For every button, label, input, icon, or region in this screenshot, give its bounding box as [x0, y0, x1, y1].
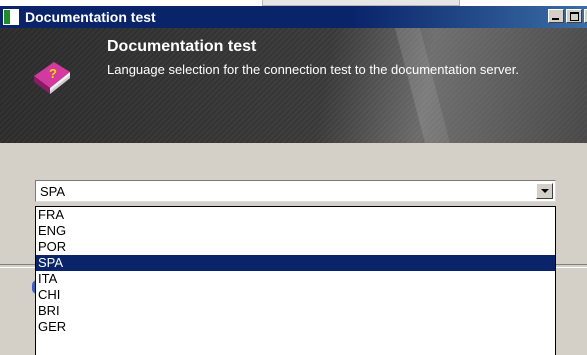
list-item-ger[interactable]: GER	[36, 319, 555, 335]
list-item-ita[interactable]: ITA	[36, 271, 555, 287]
list-item-bri[interactable]: BRI	[36, 303, 555, 319]
language-combobox[interactable]: SPA	[35, 180, 556, 202]
header-title: Documentation test	[107, 38, 257, 55]
header-stripes-decoration	[0, 28, 587, 143]
list-item-por[interactable]: POR	[36, 239, 555, 255]
header-description: Language selection for the connection te…	[107, 62, 519, 77]
book-help-icon: ?	[34, 62, 70, 94]
svg-text:?: ?	[49, 66, 57, 81]
language-combobox-value: SPA	[40, 184, 66, 199]
maximize-button[interactable]	[566, 9, 582, 23]
dialog-window: Documentation test ✕ ? Documentation tes…	[0, 6, 587, 355]
list-item-spa[interactable]: SPA	[36, 255, 555, 271]
app-icon	[3, 9, 19, 25]
title-bar[interactable]: Documentation test ✕	[0, 6, 587, 28]
list-item-fra[interactable]: FRA	[36, 207, 555, 223]
list-item-eng[interactable]: ENG	[36, 223, 555, 239]
language-dropdown-list[interactable]: FRA ENG POR SPA ITA CHI BRI GER	[35, 206, 556, 355]
minimize-button[interactable]	[548, 9, 564, 23]
header-banner: ? Documentation test Language selection …	[0, 28, 587, 143]
window-title: Documentation test	[25, 9, 156, 25]
chevron-down-icon[interactable]	[536, 183, 553, 199]
list-item-chi[interactable]: CHI	[36, 287, 555, 303]
